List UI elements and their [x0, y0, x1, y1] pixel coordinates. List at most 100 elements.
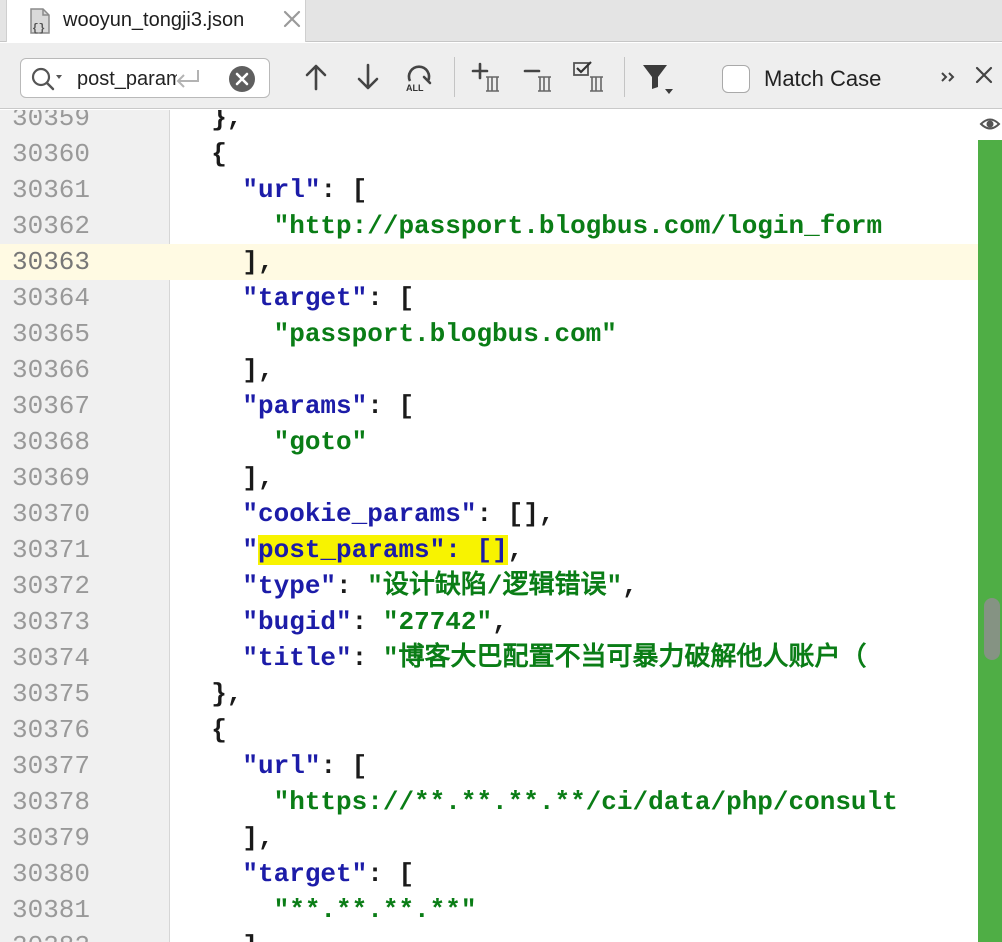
clear-search-icon[interactable]: [228, 65, 256, 93]
find-toolbar: ALL Match Case: [0, 43, 1002, 109]
code-line[interactable]: 30371 "post_params": [],: [0, 532, 978, 568]
code-token: },: [180, 679, 243, 709]
search-field[interactable]: [20, 58, 270, 98]
line-code: "target": [: [180, 280, 414, 316]
search-history-icon[interactable]: [29, 66, 65, 92]
editor-tab-bar: {} wooyun_tongji3.json: [0, 0, 1002, 42]
code-line[interactable]: 30366 ],: [0, 352, 978, 388]
code-token: "url": [242, 175, 321, 205]
vertical-scrollbar-thumb[interactable]: [984, 598, 1000, 660]
code-line[interactable]: 30361 "url": [: [0, 172, 978, 208]
chevron-double-right-icon[interactable]: [938, 67, 958, 87]
find-all-button[interactable]: ALL: [402, 59, 436, 95]
line-code: "target": [: [180, 856, 414, 892]
code-line[interactable]: 30363 ],: [0, 244, 978, 280]
code-line[interactable]: 30381 "**.**.**.**": [0, 892, 978, 928]
line-code: "goto": [180, 424, 368, 460]
line-code: "https://**.**.**.**/ci/data/php/consult: [180, 784, 898, 820]
code-token: "goto": [273, 427, 368, 457]
line-code: "passport.blogbus.com": [180, 316, 617, 352]
code-token: ,: [492, 607, 508, 637]
code-line[interactable]: 30376 {: [0, 712, 978, 748]
code-line[interactable]: 30364 "target": [: [0, 280, 978, 316]
match-case-checkbox[interactable]: [722, 65, 750, 93]
line-number: 30379: [12, 823, 91, 853]
error-stripe-marker[interactable]: [978, 140, 1002, 942]
code-line[interactable]: 30377 "url": [: [0, 748, 978, 784]
previous-occurrence-icon[interactable]: [302, 59, 330, 95]
code-token: "**.**.**.**": [273, 895, 477, 925]
line-number: 30365: [12, 319, 91, 349]
code-line[interactable]: 30372 "type": "设计缺陷/逻辑错误",: [0, 568, 978, 604]
select-all-occurrences-icon[interactable]: [572, 59, 608, 95]
code-editor[interactable]: 30359 }, 30360 {30361 "url": [30362 "http…: [0, 110, 1002, 942]
filter-icon[interactable]: [640, 59, 676, 95]
code-line[interactable]: 30379 ],: [0, 820, 978, 856]
code-line[interactable]: 30374 "title": "博客大巴配置不当可暴力破解他人账户（: [0, 640, 978, 676]
code-line[interactable]: 30359 },: [0, 110, 978, 136]
next-occurrence-icon[interactable]: [354, 59, 382, 95]
line-code: "post_params": [],: [180, 532, 523, 568]
code-line[interactable]: 30365 "passport.blogbus.com": [0, 316, 978, 352]
find-all-label: ALL: [406, 83, 424, 93]
close-tab-icon[interactable]: [281, 8, 303, 30]
code-token: : [: [367, 391, 415, 421]
line-code: "cookie_params": [],: [180, 496, 554, 532]
json-file-icon: {}: [30, 8, 50, 35]
code-line[interactable]: 30378 "https://**.**.**.**/ci/data/php/c…: [0, 784, 978, 820]
remove-occurrence-icon[interactable]: [522, 59, 556, 95]
code-token: "passport.blogbus.com": [273, 319, 617, 349]
code-token: : [: [367, 283, 415, 313]
code-line[interactable]: 30360 {: [0, 136, 978, 172]
code-line[interactable]: 30367 "params": [: [0, 388, 978, 424]
code-line[interactable]: 30382 ],: [0, 928, 978, 942]
line-code: "title": "博客大巴配置不当可暴力破解他人账户（: [180, 640, 866, 676]
code-token: },: [180, 110, 243, 133]
tab-filename: wooyun_tongji3.json: [63, 9, 245, 31]
line-code: },: [180, 110, 242, 136]
close-search-icon[interactable]: [972, 63, 996, 87]
code-token: ,: [622, 571, 638, 601]
code-line[interactable]: 30369 ],: [0, 460, 978, 496]
toolbar-separator: [454, 57, 455, 97]
line-number: 30359: [12, 110, 91, 133]
line-number: 30381: [12, 895, 91, 925]
code-line[interactable]: 30375 },: [0, 676, 978, 712]
code-line[interactable]: 30362 "http://passport.blogbus.com/login…: [0, 208, 978, 244]
line-number: 30372: [12, 571, 91, 601]
code-token: "cookie_params": [242, 499, 477, 529]
code-line[interactable]: 30380 "target": [: [0, 856, 978, 892]
code-token: ": [242, 535, 259, 565]
line-code: ],: [180, 244, 273, 280]
code-line[interactable]: 30373 "bugid": "27742",: [0, 604, 978, 640]
code-line[interactable]: 30368 "goto": [0, 424, 978, 460]
search-input[interactable]: [77, 65, 177, 93]
match-case-label[interactable]: Match Case: [764, 66, 881, 92]
line-number: 30367: [12, 391, 91, 421]
line-code: "bugid": "27742",: [180, 604, 508, 640]
line-code: "params": [: [180, 388, 414, 424]
add-occurrence-icon[interactable]: [470, 59, 504, 95]
svg-text:{}: {}: [32, 23, 45, 35]
eye-icon[interactable]: [978, 110, 1002, 138]
code-token: : [: [320, 751, 368, 781]
code-token: {: [180, 715, 227, 745]
code-token: ],: [180, 355, 274, 385]
line-number: 30370: [12, 499, 91, 529]
line-number: 30371: [12, 535, 91, 565]
code-line[interactable]: 30370 "cookie_params": [],: [0, 496, 978, 532]
line-code: "type": "设计缺陷/逻辑错误",: [180, 568, 638, 604]
code-token: "博客大巴配置不当可暴力破解他人账户（: [382, 643, 867, 673]
code-token: "http://passport.blogbus.com/login_form: [273, 211, 883, 241]
code-token: :: [351, 607, 383, 637]
toolbar-separator: [624, 57, 625, 97]
editor-tab[interactable]: {} wooyun_tongji3.json: [6, 0, 306, 42]
code-token: : [: [367, 859, 415, 889]
